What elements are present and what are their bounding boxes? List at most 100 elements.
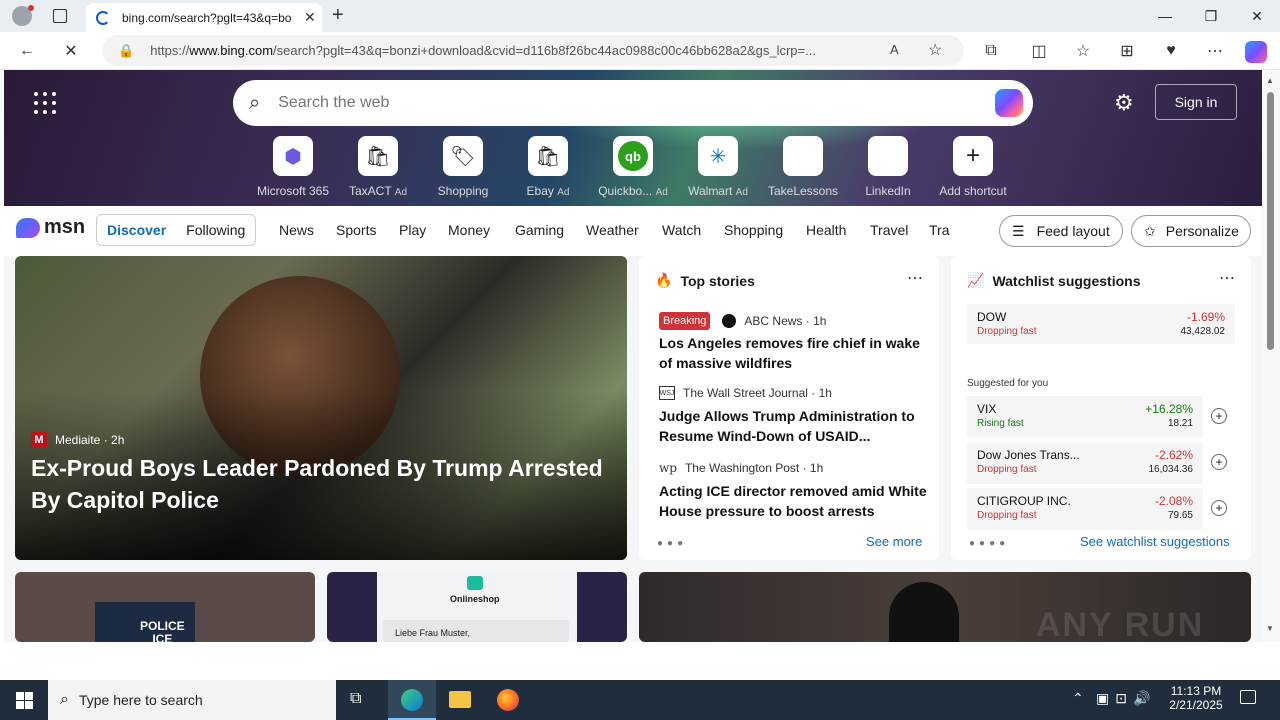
page-info-icon[interactable]: 🔒 [118, 43, 134, 59]
stop-loading-button[interactable]: ✕ [56, 37, 86, 65]
watchlist-row[interactable]: Dow Jones Trans... Dropping fast -2.62% … [967, 442, 1203, 484]
category-gaming[interactable]: Gaming [515, 222, 564, 238]
taskbar-search[interactable]: ⌕ Type here to search [48, 680, 336, 720]
hero-news-card[interactable]: M Mediaite · 2h Ex-Proud Boys Leader Pard… [15, 256, 627, 560]
breaking-badge: Breaking [659, 312, 711, 330]
ticker-name: Dow Jones Trans... [977, 448, 1080, 462]
ticker-status: Rising fast [977, 418, 1024, 429]
category-traffic[interactable]: Tra [929, 222, 949, 238]
tab-discover[interactable]: Discover [97, 222, 176, 238]
news-card-ice[interactable]: POLICE ICE [15, 572, 315, 642]
scroll-up-icon[interactable]: ▲ [1266, 76, 1274, 85]
title-bar: bing.com/search?pglt=43&q=bo ✕ + — ❐ ✕ [0, 0, 1280, 32]
show-hidden-icons[interactable]: ⌃ [1072, 690, 1084, 707]
category-travel[interactable]: Travel [870, 222, 908, 238]
personalize-button[interactable]: ✩ Personalize [1131, 215, 1251, 247]
notifications-icon[interactable] [1240, 690, 1256, 704]
firefox-icon[interactable] [497, 689, 519, 711]
minimize-button[interactable]: — [1142, 0, 1188, 32]
category-play[interactable]: Play [399, 222, 426, 238]
shortcut-quickbooks[interactable]: qb Quickbo... Ad [590, 136, 676, 198]
category-shopping[interactable]: Shopping [724, 222, 783, 238]
shortcut-linkedin[interactable]: LinkedIn [845, 136, 931, 198]
ticker-change: -2.08% [1154, 494, 1193, 508]
letter-text: Liebe Frau Muster, [395, 628, 471, 638]
windows-start-icon[interactable] [16, 692, 33, 709]
category-watch[interactable]: Watch [662, 222, 701, 238]
search-box[interactable]: ⌕ [233, 80, 1033, 126]
story-headline[interactable]: Los Angeles removes fire chief in wake o… [659, 333, 929, 373]
task-view-icon[interactable]: ⧉ [350, 690, 361, 708]
back-button[interactable]: ← [12, 37, 42, 65]
extensions-icon[interactable]: ⧉ [976, 37, 1006, 65]
apps-launcher-icon[interactable] [34, 92, 56, 114]
browser-tab[interactable]: bing.com/search?pglt=43&q=bo ✕ [86, 3, 322, 32]
ticker-change: -1.69% [1186, 310, 1225, 324]
see-watchlist-link[interactable]: See watchlist suggestions [1080, 534, 1230, 549]
feed-layout-button[interactable]: ☰ Feed layout [999, 215, 1123, 247]
settings-more-icon[interactable]: ⋯ [1200, 37, 1230, 65]
add-shortcut-button[interactable]: + Add shortcut [930, 136, 1016, 198]
category-sports[interactable]: Sports [336, 222, 376, 238]
category-weather[interactable]: Weather [586, 222, 639, 238]
edge-taskbar-icon[interactable] [388, 680, 436, 720]
close-tab-icon[interactable]: ✕ [304, 9, 316, 26]
story-headline[interactable]: Judge Allows Trump Administration to Res… [659, 406, 929, 446]
address-bar[interactable]: 🔒 https://www.bing.com/search?pglt=43&q=… [102, 35, 964, 66]
shortcut-walmart[interactable]: ✳ Walmart Ad [675, 136, 761, 198]
close-window-button[interactable]: ✕ [1234, 0, 1280, 32]
msn-butterfly-icon [16, 217, 40, 238]
performance-icon[interactable]: ♥ [1156, 37, 1186, 65]
tab-following[interactable]: Following [176, 222, 255, 238]
sliders-icon: ☰ [1012, 222, 1025, 239]
shortcut-ebay[interactable]: 🛍 Ebay Ad [505, 136, 591, 198]
tab-actions-icon[interactable] [53, 9, 67, 23]
plus-icon: + [953, 136, 993, 176]
clock[interactable]: 11:13 PM 2/21/2025 [1168, 684, 1224, 712]
ad-card-onlineshop[interactable]: Onlineshop Liebe Frau Muster, [327, 572, 627, 642]
shortcut-taxact[interactable]: 🛍 TaxACT Ad [335, 136, 421, 198]
watchlist-row[interactable]: CITIGROUP INC. Dropping fast -2.08% 79.6… [967, 488, 1203, 530]
shortcut-microsoft365[interactable]: ⬢ Microsoft 365 [250, 136, 336, 198]
more-options-icon[interactable]: ⋯ [1219, 268, 1235, 288]
pager-dots[interactable]: ●●●● [969, 538, 1009, 549]
url-text[interactable]: https://www.bing.com/search?pglt=43&q=bo… [150, 43, 890, 58]
story-headline[interactable]: Acting ICE director removed amid White H… [659, 481, 929, 521]
read-aloud-icon[interactable]: A [890, 42, 899, 57]
more-options-icon[interactable]: ⋯ [907, 268, 923, 288]
pager-dots[interactable]: ●●● [657, 538, 687, 549]
file-explorer-icon[interactable] [449, 691, 471, 708]
system-tray-icons[interactable]: ▣⊡🔊 [1096, 690, 1156, 707]
shortcut-takelessons[interactable]: TakeLessons [760, 136, 846, 198]
category-health[interactable]: Health [806, 222, 846, 238]
add-to-watchlist-icon[interactable]: + [1211, 408, 1227, 424]
add-to-watchlist-icon[interactable]: + [1211, 454, 1227, 470]
msn-logo[interactable]: msn [16, 216, 85, 239]
sign-in-button[interactable]: Sign in [1155, 84, 1237, 120]
loading-icon [96, 10, 110, 25]
favorite-star-icon[interactable]: ☆ [928, 40, 942, 60]
copilot-search-icon[interactable] [995, 89, 1023, 117]
category-news[interactable]: News [279, 222, 314, 238]
restore-button[interactable]: ❐ [1188, 0, 1234, 32]
quickbooks-icon: qb [613, 136, 653, 176]
onlineshop-label: Onlineshop [450, 594, 500, 604]
search-input[interactable] [278, 94, 959, 112]
see-more-link[interactable]: See more [866, 534, 922, 549]
split-screen-icon[interactable]: ◫ [1024, 37, 1054, 65]
new-tab-button[interactable]: + [332, 4, 344, 27]
ticker-change: +16.28% [1145, 402, 1193, 416]
add-to-watchlist-icon[interactable]: + [1211, 500, 1227, 516]
hero-headline[interactable]: Ex-Proud Boys Leader Pardoned By Trump A… [31, 452, 621, 516]
scroll-down-icon[interactable]: ▼ [1266, 624, 1274, 633]
watchlist-row[interactable]: VIX Rising fast +16.28% 18.21 [967, 396, 1203, 438]
favorites-icon[interactable]: ☆ [1068, 37, 1098, 65]
category-money[interactable]: Money [448, 222, 490, 238]
collections-icon[interactable]: ⊞ [1112, 37, 1142, 65]
page-scrollbar[interactable]: ▲ ▼ [1262, 70, 1280, 642]
copilot-icon[interactable] [1245, 41, 1267, 63]
scrollbar-thumb[interactable] [1267, 92, 1274, 350]
settings-gear-icon[interactable]: ⚙ [1114, 90, 1134, 116]
shortcut-shopping[interactable]: 🏷 Shopping [420, 136, 506, 198]
watchlist-row[interactable]: DOW Dropping fast -1.69% 43,428.02 [967, 304, 1235, 344]
